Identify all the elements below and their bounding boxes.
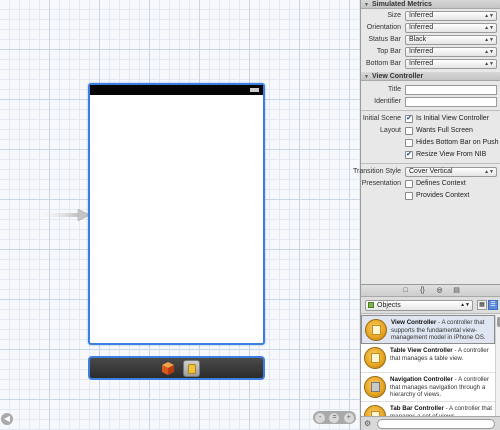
divider [361, 163, 500, 164]
object-library-icon[interactable]: ◎ [433, 286, 447, 296]
objects-icon [368, 302, 374, 308]
popup-arrows-icon: ▲▼ [484, 25, 494, 31]
initial-scene-row: Initial Scene ✔ Is Initial View Controll… [362, 115, 490, 123]
library-search-bar: ⚙ [361, 416, 500, 430]
hides-bottom-bar-checkbox[interactable] [405, 139, 413, 147]
view-controller-dock-icon[interactable] [183, 360, 200, 377]
popup-arrows-icon: ▲▼ [484, 49, 494, 55]
transition-style-row: Transition Style Cover Vertical ▲▼ [353, 166, 500, 178]
resize-view-from-nib-checkbox[interactable]: ✔ [405, 151, 413, 159]
section-header-view-controller[interactable]: ▼ View Controller [361, 72, 500, 81]
zoom-fit-button[interactable]: = [329, 412, 340, 423]
provides-context-checkbox[interactable] [405, 192, 413, 200]
size-popup[interactable]: Inferred ▲▼ [405, 11, 497, 21]
hides-bottom-bar-row: Hides Bottom Bar on Push [361, 137, 500, 149]
library-scrollbar[interactable] [495, 315, 500, 417]
library-search-field[interactable] [377, 419, 495, 429]
search-filter-icon[interactable]: ⚙ [364, 419, 374, 429]
zoom-out-button[interactable]: - [315, 412, 326, 423]
list-item[interactable]: View Controller - A controller that supp… [361, 315, 495, 344]
code-snippet-library-icon[interactable]: {} [416, 286, 430, 296]
file-template-library-icon[interactable]: □ [399, 286, 413, 296]
storyboard-canvas[interactable]: ◀ - = + [0, 0, 360, 430]
presentation-row: Presentation Defines Context [361, 180, 466, 188]
list-item[interactable]: Navigation Controller - A controller tha… [361, 373, 495, 402]
popup-arrows-icon: ▲▼ [484, 169, 494, 175]
disclosure-triangle-icon[interactable]: ▼ [364, 1, 369, 10]
identifier-row: Identifier [361, 96, 500, 108]
initial-view-controller-checkbox[interactable]: ✔ [405, 115, 413, 123]
list-view-button[interactable]: ☰ [488, 300, 498, 310]
orientation-popup[interactable]: Inferred ▲▼ [405, 23, 497, 33]
status-bar-popup[interactable]: Black ▲▼ [405, 35, 497, 45]
scene-dock[interactable] [88, 356, 265, 380]
popup-arrows-icon: ▲▼ [484, 61, 494, 67]
library-filter-popup[interactable]: Objects ▲▼ [365, 300, 473, 311]
zoom-in-button[interactable]: + [343, 412, 354, 423]
list-item[interactable]: Tab Bar Controller - A controller that m… [361, 402, 495, 417]
defines-context-checkbox[interactable] [405, 180, 413, 188]
provides-context-row: Provides Context [361, 190, 500, 202]
bottom-bar-popup[interactable]: Inferred ▲▼ [405, 59, 497, 69]
arrow-left-icon[interactable]: ◀ [1, 413, 13, 425]
library-list[interactable]: View Controller - A controller that supp… [361, 315, 495, 417]
simulated-status-bar [90, 85, 263, 95]
popup-arrows-icon: ▲▼ [460, 302, 470, 308]
bottom-bar-row: Bottom Bar Inferred ▲▼ [361, 58, 500, 70]
title-field[interactable] [405, 85, 497, 95]
first-responder-cube-icon[interactable] [162, 362, 174, 375]
layout-row: Layout Wants Full Screen [379, 127, 473, 135]
section-header-simulated-metrics[interactable]: ▼ Simulated Metrics [361, 0, 500, 9]
zoom-controls[interactable]: - = + [313, 411, 356, 424]
top-bar-popup[interactable]: Inferred ▲▼ [405, 47, 497, 57]
library-toolbar: Objects ▲▼ ▦ ☰ [361, 297, 500, 314]
media-library-icon[interactable]: ▤ [450, 286, 464, 296]
identifier-field[interactable] [405, 97, 497, 107]
battery-icon [250, 88, 259, 92]
resize-view-row: ✔ Resize View From NIB [405, 151, 487, 159]
title-row: Title [361, 84, 500, 96]
library-tabs: □ {} ◎ ▤ [361, 285, 500, 297]
view-controller-scene[interactable] [88, 83, 265, 345]
disclosure-triangle-icon[interactable]: ▼ [364, 73, 369, 82]
status-bar-row: Status Bar Black ▲▼ [361, 34, 500, 46]
top-bar-row: Top Bar Inferred ▲▼ [361, 46, 500, 58]
object-library: □ {} ◎ ▤ Objects ▲▼ ▦ ☰ View Controller … [361, 284, 500, 430]
transition-style-popup[interactable]: Cover Vertical ▲▼ [405, 167, 497, 177]
orientation-row: Orientation Inferred ▲▼ [361, 22, 500, 34]
size-row: Size Inferred ▲▼ [361, 10, 500, 22]
navigation-controller-icon [364, 376, 386, 398]
popup-arrows-icon: ▲▼ [484, 37, 494, 43]
popup-arrows-icon: ▲▼ [484, 13, 494, 19]
wants-full-screen-checkbox[interactable] [405, 127, 413, 135]
icon-view-button[interactable]: ▦ [477, 300, 487, 310]
attributes-inspector: ▼ Simulated Metrics Size Inferred ▲▼ Orien… [353, 0, 500, 430]
view-controller-icon [365, 319, 387, 341]
divider [361, 110, 500, 111]
entry-point-arrow [40, 209, 90, 221]
table-view-controller-icon [364, 347, 386, 369]
list-item[interactable]: Table View Controller - A controller tha… [361, 344, 495, 373]
